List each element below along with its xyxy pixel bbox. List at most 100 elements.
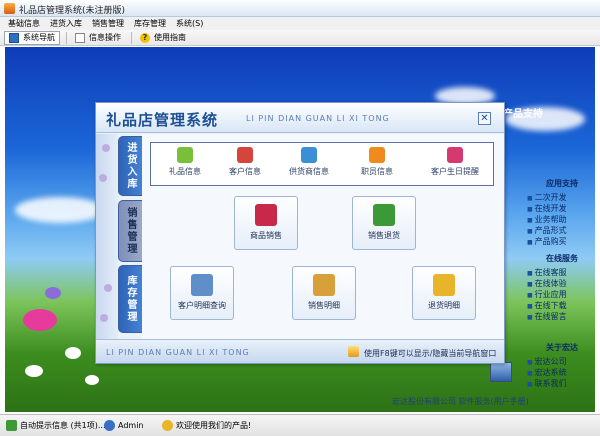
welcome-label: 欢迎使用我们的产品! xyxy=(176,421,252,430)
product-support-title: 产品支持 xyxy=(503,109,543,120)
supplier-info-item[interactable]: 供货商信息 xyxy=(277,147,341,177)
side-link[interactable]: 宏达系统 xyxy=(527,367,567,378)
user-guide-label: 使用指南 xyxy=(154,33,186,42)
tab-inventory-label: 库存管理 xyxy=(125,275,136,323)
side-link[interactable]: 在线开发 xyxy=(527,203,567,214)
menu-inventory[interactable]: 库存管理 xyxy=(130,17,170,30)
customer-info-item[interactable]: 客户信息 xyxy=(213,147,277,177)
register-icon xyxy=(313,274,335,296)
menu-system[interactable]: 系统(S) xyxy=(172,17,207,30)
footer-hint: 使用F8键可以显示/隐藏当前导航窗口 xyxy=(364,349,497,358)
user-icon xyxy=(104,420,115,431)
footer-pinyin: LI PIN DIAN GUAN LI XI TONG xyxy=(106,348,250,357)
return-detail-icon xyxy=(433,274,455,296)
staff-info-item[interactable]: 职员信息 xyxy=(345,147,409,177)
side-link[interactable]: 在线体验 xyxy=(527,278,567,289)
product-sale-label: 商品销售 xyxy=(250,231,282,240)
computer-monitor-icon xyxy=(490,362,512,382)
tab-inventory[interactable]: 库存管理 xyxy=(118,265,142,333)
customer-query-card[interactable]: 客户明细查询 xyxy=(170,266,234,320)
online-service-title: 在线服务 xyxy=(546,254,578,263)
smile-icon xyxy=(162,420,173,431)
sales-return-label: 销售退货 xyxy=(368,231,400,240)
cake-icon xyxy=(447,147,463,163)
side-link[interactable]: 产品形式 xyxy=(527,225,567,236)
side-link[interactable]: 在线客服 xyxy=(527,267,567,278)
toolbar: 系统导航 信息操作 ? 使用指南 xyxy=(0,30,600,46)
return-detail-card[interactable]: 退货明细 xyxy=(412,266,476,320)
sales-detail-card[interactable]: 销售明细 xyxy=(292,266,356,320)
birthday-reminder-label: 客户生日提醒 xyxy=(431,167,479,176)
user-guide-button[interactable]: ? 使用指南 xyxy=(136,31,190,45)
product-sale-card[interactable]: 商品销售 xyxy=(234,196,298,250)
decorative-strip xyxy=(96,134,118,339)
flower xyxy=(23,309,57,331)
query-icon xyxy=(191,274,213,296)
nav-content: 礼品信息 客户信息 供货商信息 职员信息 客户生日提醒 商品销售 销售退货 客户… xyxy=(142,134,504,339)
about-title: 关于宏达 xyxy=(546,343,578,352)
system-nav-button[interactable]: 系统导航 xyxy=(4,30,60,45)
current-user: Admin xyxy=(104,420,144,431)
tips-icon xyxy=(6,420,17,431)
side-link[interactable]: 产品购买 xyxy=(527,236,567,247)
welcome-message: 欢迎使用我们的产品! xyxy=(162,420,251,431)
menu-purchase[interactable]: 进货入库 xyxy=(46,17,86,30)
decorative-flower xyxy=(100,314,108,322)
nav-subtitle: LI PIN DIAN GUAN LI XI TONG xyxy=(246,114,390,123)
customer-query-label: 客户明细查询 xyxy=(178,301,226,310)
info-operation-button[interactable]: 信息操作 xyxy=(71,31,125,45)
nav-title: 礼品店管理系统 xyxy=(106,111,219,129)
side-link[interactable]: 在线留言 xyxy=(527,311,567,322)
nav-footer: LI PIN DIAN GUAN LI XI TONG 使用F8键可以显示/隐藏… xyxy=(96,339,504,363)
flower xyxy=(45,287,61,299)
navigation-window: 礼品店管理系统 LI PIN DIAN GUAN LI XI TONG ✕ 进货… xyxy=(95,102,505,364)
bottom-note: 宏达股份有限公司 软件服务(用户手册) xyxy=(392,397,529,406)
current-user-label: Admin xyxy=(118,421,144,430)
title-bar: 礼品店管理系统(未注册版) xyxy=(0,0,600,17)
staff-info-label: 职员信息 xyxy=(361,167,393,176)
customer-icon xyxy=(237,147,253,163)
side-link[interactable]: 二次开发 xyxy=(527,192,567,203)
side-link[interactable]: 行业应用 xyxy=(527,289,567,300)
sale-icon xyxy=(255,204,277,226)
gift-info-label: 礼品信息 xyxy=(169,167,201,176)
app-support-title: 应用支持 xyxy=(546,179,578,188)
side-link[interactable]: 在线下载 xyxy=(527,300,567,311)
side-link[interactable]: 业务帮助 xyxy=(527,214,567,225)
side-link[interactable]: 联系我们 xyxy=(527,378,567,389)
info-operation-label: 信息操作 xyxy=(89,33,121,42)
staff-icon xyxy=(369,147,385,163)
flower xyxy=(65,347,81,359)
gift-info-item[interactable]: 礼品信息 xyxy=(153,147,217,177)
help-icon: ? xyxy=(140,32,150,43)
birthday-reminder-item[interactable]: 客户生日提醒 xyxy=(417,147,493,177)
menu-basic-info[interactable]: 基础信息 xyxy=(4,17,44,30)
flower xyxy=(85,375,99,385)
tab-sales-label: 销售管理 xyxy=(125,207,136,255)
gift-icon xyxy=(177,147,193,163)
sales-return-card[interactable]: 销售退货 xyxy=(352,196,416,250)
toolbar-separator xyxy=(66,31,67,44)
side-link[interactable]: 宏达公司 xyxy=(527,356,567,367)
decorative-flower xyxy=(99,174,107,182)
flower xyxy=(25,365,43,377)
tab-purchase[interactable]: 进货入库 xyxy=(118,136,142,196)
decorative-flower xyxy=(104,284,112,292)
tab-sales[interactable]: 销售管理 xyxy=(118,200,142,262)
tab-purchase-label: 进货入库 xyxy=(125,142,136,190)
info-shortcut-box: 礼品信息 客户信息 供货商信息 职员信息 客户生日提醒 xyxy=(150,142,494,186)
supplier-info-label: 供货商信息 xyxy=(289,167,329,176)
hint-icon xyxy=(348,346,359,357)
cloud xyxy=(15,197,105,223)
return-detail-label: 退货明细 xyxy=(428,301,460,310)
close-icon[interactable]: ✕ xyxy=(478,112,491,125)
system-nav-label: 系统导航 xyxy=(23,33,55,42)
status-bar: 自动提示信息 (共1项)... Admin 欢迎使用我们的产品! xyxy=(0,414,600,436)
toolbar-separator xyxy=(131,31,132,44)
window-title: 礼品店管理系统(未注册版) xyxy=(19,6,126,16)
app-icon xyxy=(4,3,15,14)
auto-tips[interactable]: 自动提示信息 (共1项)... xyxy=(6,420,106,431)
decorative-flower xyxy=(102,144,110,152)
menu-sales[interactable]: 销售管理 xyxy=(88,17,128,30)
nav-header: 礼品店管理系统 LI PIN DIAN GUAN LI XI TONG ✕ xyxy=(96,103,504,133)
